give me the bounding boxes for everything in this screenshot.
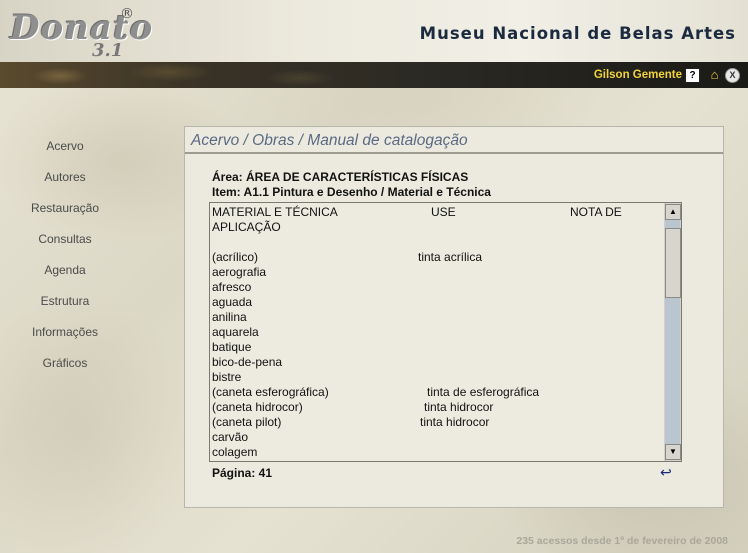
user-name[interactable]: Gilson Gemente: [594, 69, 682, 81]
list-item: (caneta pilot) tinta hidrocor: [212, 415, 662, 430]
content-panel: Acervo / Obras / Manual de catalogação Á…: [184, 126, 724, 508]
col-note-header: NOTA DE: [570, 205, 622, 219]
catalog-textarea[interactable]: MATERIAL E TÉCNICA USE NOTA DE APLICAÇÃO…: [209, 202, 682, 462]
nav-item-autores[interactable]: Autores: [0, 167, 130, 198]
header-row: MATERIAL E TÉCNICA USE NOTA DE: [212, 205, 662, 220]
list-item: (acrílico) tinta acrílica: [212, 250, 662, 265]
list-item: aerografia: [212, 265, 662, 280]
list-item: (caneta hidrocor) tinta hidrocor: [212, 400, 662, 415]
material: (acrílico): [212, 250, 259, 264]
list-item: batique: [212, 340, 662, 355]
help-icon[interactable]: ?: [685, 68, 700, 83]
material: bistre: [212, 370, 242, 384]
breadcrumb: Acervo / Obras / Manual de catalogação: [191, 132, 468, 149]
exit-icon[interactable]: X: [725, 68, 740, 83]
material: afresco: [212, 280, 252, 294]
material: (caneta esferográfica): [212, 385, 329, 399]
list-item: anilina: [212, 310, 662, 325]
back-arrow-icon[interactable]: ↩: [660, 464, 672, 481]
material: anilina: [212, 310, 247, 324]
nav-item-acervo[interactable]: Acervo: [0, 136, 130, 167]
nav-item-estrutura[interactable]: Estrutura: [0, 291, 130, 322]
list-item: carvão: [212, 430, 662, 445]
home-icon[interactable]: ⌂: [708, 68, 721, 81]
list-item: colagem: [212, 445, 662, 459]
scroll-down-arrow-icon[interactable]: ▼: [665, 444, 681, 460]
col-use-header: USE: [431, 205, 456, 219]
use: tinta hidrocor: [424, 400, 494, 414]
material: batique: [212, 340, 252, 354]
material: aerografia: [212, 265, 267, 279]
scroll-thumb[interactable]: [665, 228, 681, 298]
sidebar-nav: Acervo Autores Restauração Consultas Age…: [0, 136, 130, 384]
col-note-header-wrap: APLICAÇÃO: [212, 220, 281, 234]
col-material-header: MATERIAL E TÉCNICA: [212, 205, 338, 219]
nav-item-consultas[interactable]: Consultas: [0, 229, 130, 260]
use: tinta acrílica: [418, 250, 483, 264]
textarea-content: MATERIAL E TÉCNICA USE NOTA DE APLICAÇÃO…: [212, 205, 662, 459]
item-label: Item: A1.1 Pintura e Desenho / Material …: [212, 185, 491, 199]
list-item: afresco: [212, 280, 662, 295]
material: (caneta pilot): [212, 415, 282, 429]
header-row-wrap: APLICAÇÃO: [212, 220, 662, 235]
page-number: Página: 41: [212, 466, 273, 480]
list-item: aquarela: [212, 325, 662, 340]
nav-item-graficos[interactable]: Gráficos: [0, 353, 130, 384]
material: carvão: [212, 430, 249, 444]
vertical-scrollbar[interactable]: ▲ ▼: [664, 203, 681, 461]
museum-title: Museu Nacional de Belas Artes: [419, 24, 736, 43]
material: (caneta hidrocor): [212, 400, 303, 414]
use: tinta de esferográfica: [427, 385, 540, 399]
donato-logo: Donato ® 3.1: [10, 2, 152, 61]
nav-item-restauracao[interactable]: Restauração: [0, 198, 130, 229]
list-item: bistre: [212, 370, 662, 385]
material: bico-de-pena: [212, 355, 283, 369]
logo-registered-mark: ®: [120, 6, 134, 22]
nav-item-agenda[interactable]: Agenda: [0, 260, 130, 291]
logo-version: 3.1: [92, 40, 124, 61]
scroll-up-arrow-icon[interactable]: ▲: [665, 204, 681, 220]
list-item: aguada: [212, 295, 662, 310]
divider: [185, 152, 723, 154]
use: tinta hidrocor: [420, 415, 490, 429]
material: aquarela: [212, 325, 259, 339]
list-item: bico-de-pena: [212, 355, 662, 370]
material: colagem: [212, 445, 258, 459]
list-item: (caneta esferográfica) tinta de esferográ…: [212, 385, 662, 400]
access-counter: 235 acessos desde 1º de fevereiro de 200…: [516, 535, 728, 547]
material: aguada: [212, 295, 253, 309]
nav-item-informacoes[interactable]: Informações: [0, 322, 130, 353]
header: Donato ® 3.1 Museu Nacional de Belas Art…: [0, 0, 748, 62]
area-label: Área: ÁREA DE CARACTERÍSTICAS FÍSICAS: [212, 170, 469, 184]
